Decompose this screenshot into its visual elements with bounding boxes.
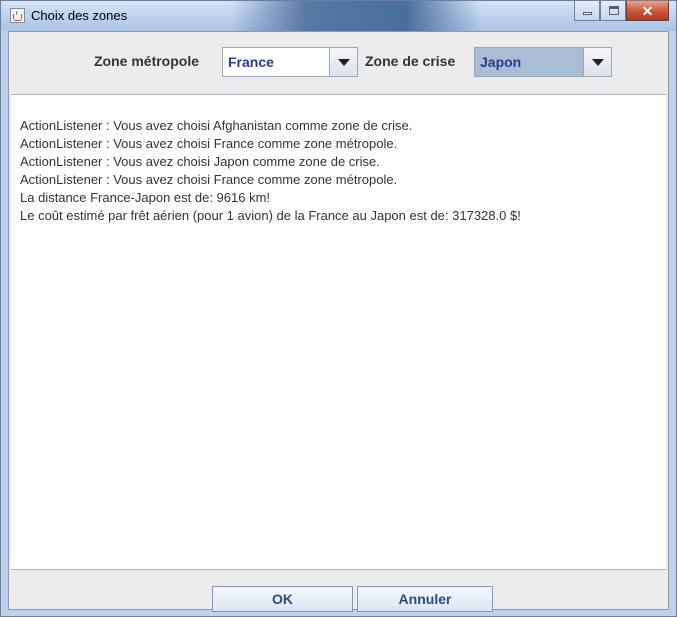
close-icon: ✕ (641, 2, 654, 19)
chevron-down-icon (591, 58, 604, 66)
close-button[interactable]: ✕ (626, 1, 669, 21)
zone-selector-row: Zone métropole France Zone de crise Japo… (9, 32, 668, 94)
minimize-button[interactable] (574, 1, 600, 21)
log-line: La distance France-Japon est de: 9616 km… (20, 190, 271, 205)
log-line: ActionListener : Vous avez choisi Japon … (20, 154, 380, 169)
log-line: ActionListener : Vous avez choisi Afghan… (20, 118, 413, 133)
zone-crise-dropdown[interactable]: Japon (474, 47, 612, 77)
zone-metropole-label: Zone métropole (94, 53, 200, 69)
window-title: Choix des zones (31, 8, 128, 23)
log-line: ActionListener : Vous avez choisi France… (20, 136, 398, 151)
maximize-button[interactable] (600, 1, 626, 21)
zone-metropole-arrow[interactable] (329, 48, 357, 76)
title-bar-glass (231, 1, 481, 31)
zone-crise-arrow[interactable] (583, 48, 611, 76)
dialog-window: Choix des zones ✕ Zone métropole France … (0, 0, 677, 617)
dialog-content: Zone métropole France Zone de crise Japo… (8, 31, 669, 612)
zone-metropole-value: France (228, 54, 274, 70)
chevron-down-icon (337, 58, 350, 66)
button-row: OK Annuler (9, 574, 668, 612)
minimize-icon (583, 12, 592, 15)
zone-metropole-dropdown[interactable]: France (222, 47, 358, 77)
cancel-button[interactable]: Annuler (357, 586, 493, 612)
maximize-icon (609, 6, 619, 15)
zone-crise-value: Japon (480, 54, 522, 70)
log-line: Le coût estimé par frêt aérien (pour 1 a… (20, 208, 521, 223)
log-line: ActionListener : Vous avez choisi France… (20, 172, 398, 187)
zone-crise-label: Zone de crise (365, 53, 456, 69)
title-bar[interactable]: Choix des zones ✕ (1, 1, 676, 31)
java-icon[interactable] (10, 8, 25, 23)
window-controls: ✕ (574, 1, 669, 22)
log-text-area[interactable]: ActionListener : Vous avez choisi Afghan… (11, 94, 666, 570)
java-steam (16, 11, 21, 15)
ok-button[interactable]: OK (212, 586, 353, 612)
